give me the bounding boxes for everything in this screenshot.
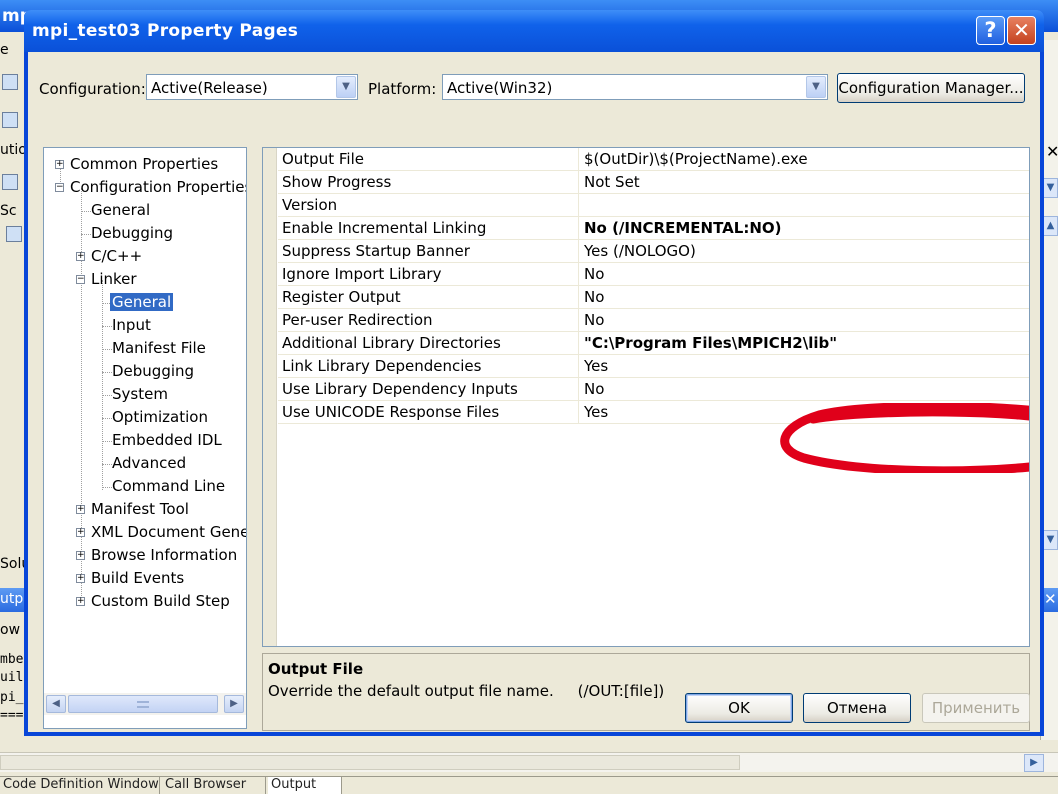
close-icon[interactable]: ✕ <box>1046 142 1058 161</box>
platform-select[interactable]: Active(Win32) ▼ <box>442 74 828 100</box>
configuration-label: Configuration: <box>39 80 146 98</box>
description-title: Output File <box>268 660 364 678</box>
tree-item-common-properties[interactable]: Common Properties <box>70 154 218 176</box>
tree-item-linker[interactable]: Linker <box>91 269 137 291</box>
scroll-right-icon[interactable]: ▶ <box>1024 754 1044 772</box>
tree-item-custom-build-step[interactable]: Custom Build Step <box>91 591 230 613</box>
property-row-use-library-dependency-inputs[interactable]: Use Library Dependency Inputs No <box>278 378 1029 401</box>
help-button[interactable]: ? <box>976 16 1005 45</box>
tree-item-debugging[interactable]: Debugging <box>91 223 173 245</box>
tab-call-browser[interactable]: Call Browser <box>162 777 266 794</box>
tree-item-advanced[interactable]: Advanced <box>112 453 186 475</box>
dialog-titlebar[interactable]: mpi_test03 Property Pages ? ✕ <box>24 10 1044 52</box>
property-pages-dialog: mpi_test03 Property Pages ? ✕ Configurat… <box>24 10 1044 736</box>
property-row-ignore-import-library[interactable]: Ignore Import Library No <box>278 263 1029 286</box>
tab-output[interactable]: Output <box>268 777 342 794</box>
configuration-manager-button[interactable]: Configuration Manager... <box>837 73 1025 103</box>
platform-label: Platform: <box>368 80 437 98</box>
output-line: uil <box>0 670 24 685</box>
chevron-down-icon[interactable]: ▼ <box>806 76 826 98</box>
property-row-link-library-dependencies[interactable]: Link Library Dependencies Yes <box>278 355 1029 378</box>
expand-icon[interactable]: + <box>76 252 85 261</box>
property-row-version[interactable]: Version <box>278 194 1029 217</box>
expand-icon[interactable]: + <box>55 160 64 169</box>
property-tree[interactable]: Common Properties + Configuration Proper… <box>43 147 247 729</box>
tree-item-manifest-tool[interactable]: Manifest Tool <box>91 499 189 521</box>
chevron-down-icon[interactable]: ▼ <box>1043 530 1058 550</box>
ide-fragment: Solu <box>0 556 24 572</box>
toolbar-icon[interactable] <box>2 112 18 128</box>
chevron-down-icon[interactable]: ▼ <box>336 76 356 98</box>
property-row-output-file[interactable]: Output File $(OutDir)\$(ProjectName).exe <box>278 148 1029 171</box>
tree-item-command-line[interactable]: Command Line <box>112 476 225 498</box>
ide-fragment: ow o <box>0 622 24 638</box>
tree-item-system[interactable]: System <box>112 384 168 406</box>
output-line: === <box>0 708 24 723</box>
output-line: pi_ <box>0 690 24 705</box>
scroll-right-icon[interactable]: ▶ <box>224 695 244 713</box>
ok-button[interactable]: OK <box>685 693 793 723</box>
expand-icon[interactable]: + <box>76 528 85 537</box>
ide-fragment: Sc <box>0 203 17 219</box>
configuration-select[interactable]: Active(Release) ▼ <box>146 74 358 100</box>
toolbar-icon[interactable] <box>2 174 18 190</box>
scroll-left-icon[interactable]: ◀ <box>46 695 66 713</box>
property-row-suppress-startup-banner[interactable]: Suppress Startup Banner Yes (/NOLOGO) <box>278 240 1029 263</box>
project-icon <box>6 226 22 242</box>
ide-bottom-tabs: Code Definition Window Call Browser Outp… <box>0 776 1058 794</box>
tab-code-definition-window[interactable]: Code Definition Window <box>0 777 160 794</box>
close-button[interactable]: ✕ <box>1007 16 1036 45</box>
tree-item-general[interactable]: General <box>91 200 150 222</box>
configuration-value: Active(Release) <box>151 79 268 97</box>
ide-horizontal-scrollbar[interactable]: ▶ <box>0 752 1058 772</box>
expand-icon[interactable]: + <box>76 551 85 560</box>
output-panel-title: utpu <box>0 588 24 612</box>
toolbar-icon[interactable] <box>2 74 18 90</box>
property-grid[interactable]: Output File $(OutDir)\$(ProjectName).exe … <box>262 147 1030 647</box>
tree-item-build-events[interactable]: Build Events <box>91 568 184 590</box>
output-line: mbe <box>0 652 24 667</box>
property-row-enable-incremental-linking[interactable]: Enable Incremental Linking No (/INCREMENT… <box>278 217 1029 240</box>
property-row-show-progress[interactable]: Show Progress Not Set <box>278 171 1029 194</box>
property-row-register-output[interactable]: Register Output No <box>278 286 1029 309</box>
property-row-per-user-redirection[interactable]: Per-user Redirection No <box>278 309 1029 332</box>
tree-item-xml-document-generator[interactable]: XML Document Genera <box>91 522 246 544</box>
expand-icon[interactable]: + <box>76 505 85 514</box>
expand-icon[interactable]: + <box>76 597 85 606</box>
dialog-title: mpi_test03 Property Pages <box>32 21 299 41</box>
tree-item-embedded-idl[interactable]: Embedded IDL <box>112 430 222 452</box>
chevron-up-icon[interactable]: ▲ <box>1043 216 1058 236</box>
tree-item-c-cpp[interactable]: C/C++ <box>91 246 142 268</box>
collapse-icon[interactable]: − <box>76 275 85 284</box>
collapse-icon[interactable]: − <box>55 183 64 192</box>
tree-item-input[interactable]: Input <box>112 315 151 337</box>
tree-item-linker-general[interactable]: General <box>110 292 174 314</box>
cancel-button[interactable]: Отмена <box>803 693 911 723</box>
tree-item-optimization[interactable]: Optimization <box>112 407 208 429</box>
property-row-additional-library-directories[interactable]: Additional Library Directories "C:\Progra… <box>278 332 1029 355</box>
description-text: Override the default output file name. (… <box>268 682 665 700</box>
apply-button[interactable]: Применить <box>922 693 1030 723</box>
tree-item-linker-debugging[interactable]: Debugging <box>112 361 194 383</box>
property-description-panel: Output File Override the default output … <box>262 653 1030 731</box>
tree-horizontal-scrollbar[interactable]: ◀ ▶ <box>44 693 246 715</box>
scrollbar-thumb[interactable] <box>68 695 218 713</box>
platform-value: Active(Win32) <box>447 79 553 97</box>
scrollbar-thumb[interactable] <box>0 755 740 770</box>
expand-icon[interactable]: + <box>76 574 85 583</box>
ide-fragment: e <box>0 42 9 58</box>
chevron-down-icon[interactable]: ▼ <box>1043 178 1058 198</box>
tree-item-configuration-properties[interactable]: Configuration Properties <box>70 177 246 199</box>
ide-fragment: utio <box>0 142 24 158</box>
tree-item-browse-information[interactable]: Browse Information <box>91 545 237 567</box>
dialog-client-area: Configuration: Active(Release) ▼ Platfor… <box>28 52 1040 732</box>
tree-item-manifest-file[interactable]: Manifest File <box>112 338 206 360</box>
property-row-use-unicode-response-files[interactable]: Use UNICODE Response Files Yes <box>278 401 1029 424</box>
